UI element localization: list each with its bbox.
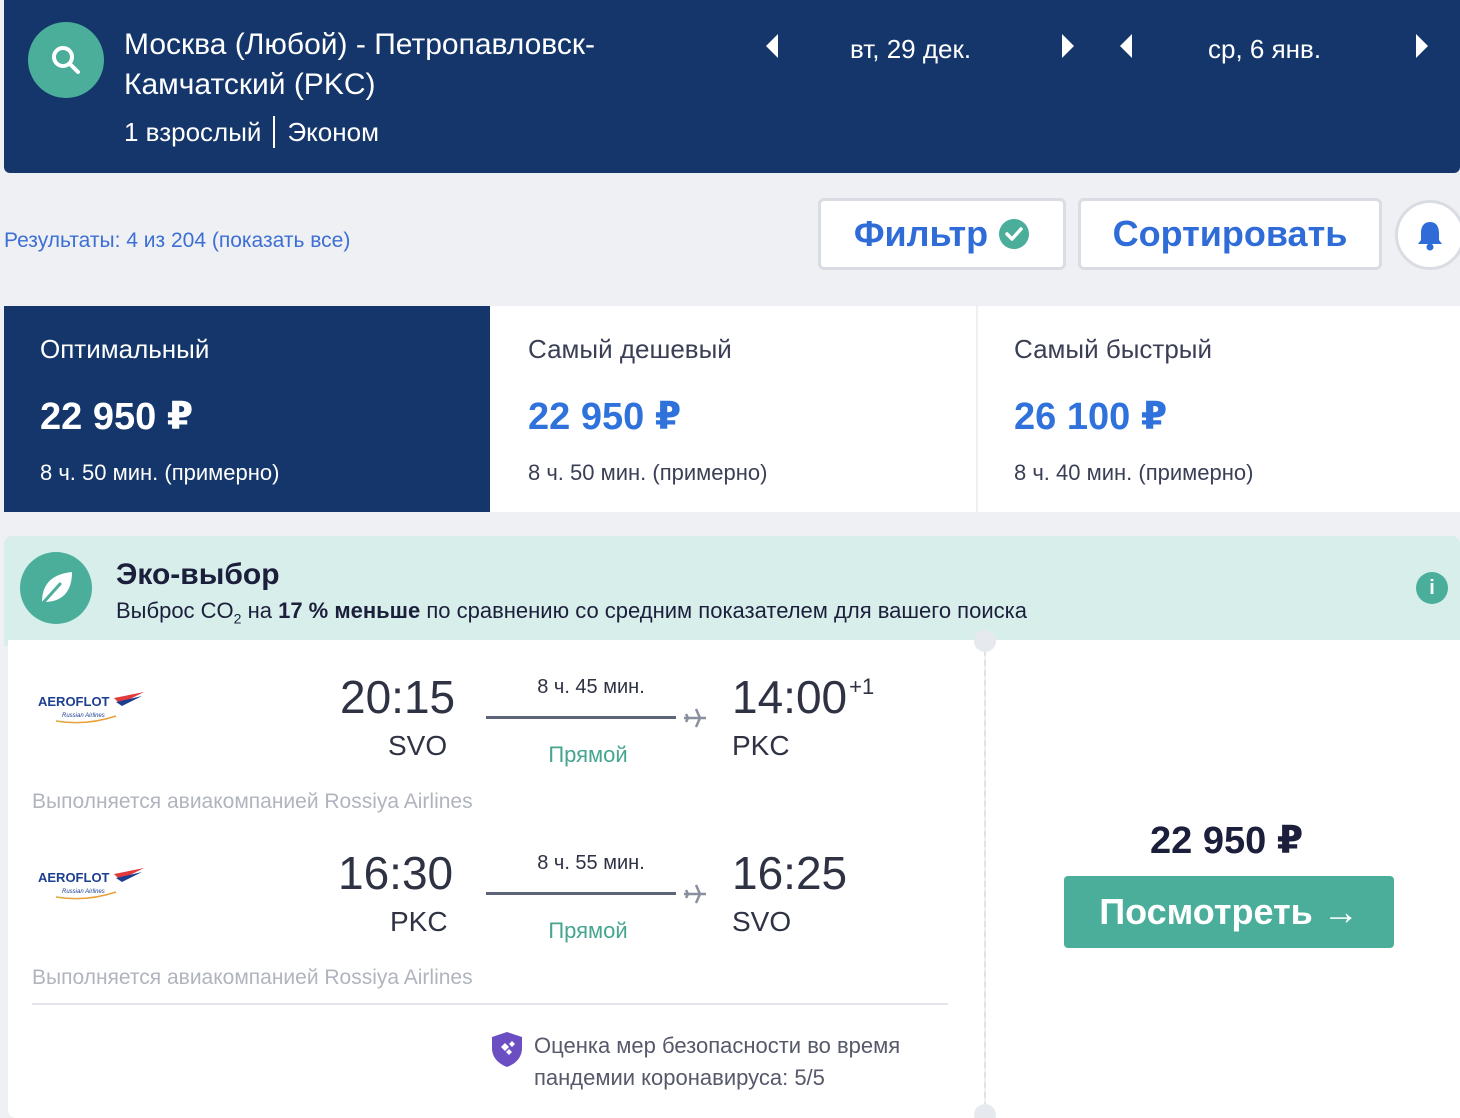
covid-safety-rating[interactable]: Оценка мер безопасности во время пандеми… [490,1030,900,1094]
tab-duration: 8 ч. 40 мин. (примерно) [1014,460,1254,485]
eco-title: Эко-выбор [116,558,280,591]
tab-price: 22 950 ₽ [40,396,194,438]
route-line [486,892,676,895]
cabin-class: Эконом [287,116,379,147]
bell-icon [1418,222,1442,251]
svg-text:AEROFLOT: AEROFLOT [38,870,110,885]
plane-icon [684,708,706,728]
return-next-arrow-icon[interactable] [1412,32,1432,60]
search-summary-header: Москва (Любой) - Петропавловск-Камчатски… [4,0,1460,173]
tab-duration: 8 ч. 50 мин. (примерно) [528,460,768,485]
depart-next-arrow-icon[interactable] [1058,32,1078,60]
operated-by: Выполняется авиакомпанией Rossiya Airlin… [32,966,473,989]
tab-price: 22 950 ₽ [528,396,682,438]
return-prev-arrow-icon[interactable] [1116,32,1136,60]
safety-text: Оценка мер безопасности во время пандеми… [534,1033,901,1090]
price-alert-button[interactable] [1395,200,1460,270]
check-circle-icon [999,219,1030,249]
leaf-icon [20,552,92,624]
tab-duration: 8 ч. 50 мин. (примерно) [40,460,280,485]
tab-label: Самый быстрый [1014,334,1212,364]
divider [32,1003,948,1005]
tab-label: Оптимальный [40,334,210,364]
depart-date[interactable]: вт, 29 дек. [850,34,971,65]
plane-icon [684,884,706,904]
operated-by: Выполняется авиакомпанией Rossiya Airlin… [32,790,473,813]
eco-description: Выброс CO2 на 17 % меньше по сравнению с… [116,598,1027,627]
filter-label: Фильтр [853,213,989,254]
shield-icon [492,1032,522,1067]
results-count-link[interactable]: Результаты: 4 из 204 (показать все) [4,229,350,253]
aeroflot-logo: AEROFLOT Russian Airlines [38,692,144,724]
tab-label: Самый дешевый [528,334,732,364]
svg-text:Russian Airlines: Russian Airlines [62,889,105,895]
offer-price: 22 950 ₽ [1150,820,1304,862]
tab-cheapest[interactable]: Самый дешевый 22 950 ₽ 8 ч. 50 мин. (при… [490,306,976,512]
divider [273,116,276,148]
svg-text:Russian Airlines: Russian Airlines [62,713,105,719]
stops-label: Прямой [548,742,628,767]
view-deal-button[interactable]: Посмотреть → [1064,876,1394,948]
passenger-cabin-summary[interactable]: 1 взрослый Эконом [124,116,379,148]
eco-choice-banner: Эко-выбор Выброс CO2 на 17 % меньше по с… [4,536,1460,646]
filter-button[interactable]: Фильтр [818,198,1066,270]
route-line [486,716,676,719]
aeroflot-logo: AEROFLOT Russian Airlines [38,868,144,900]
stops-label: Прямой [548,918,628,943]
arrival-airport: SVO [732,906,792,937]
departure-airport: PKC [390,906,448,937]
tab-price: 26 100 ₽ [1014,396,1168,438]
arrival-time: 14:00+1 [732,671,875,723]
route-title[interactable]: Москва (Любой) - Петропавловск-Камчатски… [124,25,684,105]
passengers-count: 1 взрослый [124,116,262,147]
depart-prev-arrow-icon[interactable] [762,32,782,60]
departure-airport: SVO [388,730,448,761]
search-button[interactable] [28,22,104,98]
flight-duration: 8 ч. 55 мин. [537,852,645,874]
info-icon[interactable]: i [1416,572,1448,604]
departure-time: 20:15 [340,671,456,723]
card-notch [974,630,996,652]
search-icon [52,46,80,74]
tab-optimal[interactable]: Оптимальный 22 950 ₽ 8 ч. 50 мин. (приме… [4,306,490,512]
tab-fastest[interactable]: Самый быстрый 26 100 ₽ 8 ч. 40 мин. (при… [978,306,1460,512]
arrival-airport: PKC [732,730,790,761]
return-date[interactable]: ср, 6 янв. [1208,34,1321,65]
departure-time: 16:30 [338,847,454,899]
arrival-time: 16:25 [732,847,848,899]
sort-button[interactable]: Сортировать [1078,198,1382,270]
card-divider [984,640,986,1118]
svg-text:AEROFLOT: AEROFLOT [38,694,110,709]
flight-duration: 8 ч. 45 мин. [537,676,645,698]
